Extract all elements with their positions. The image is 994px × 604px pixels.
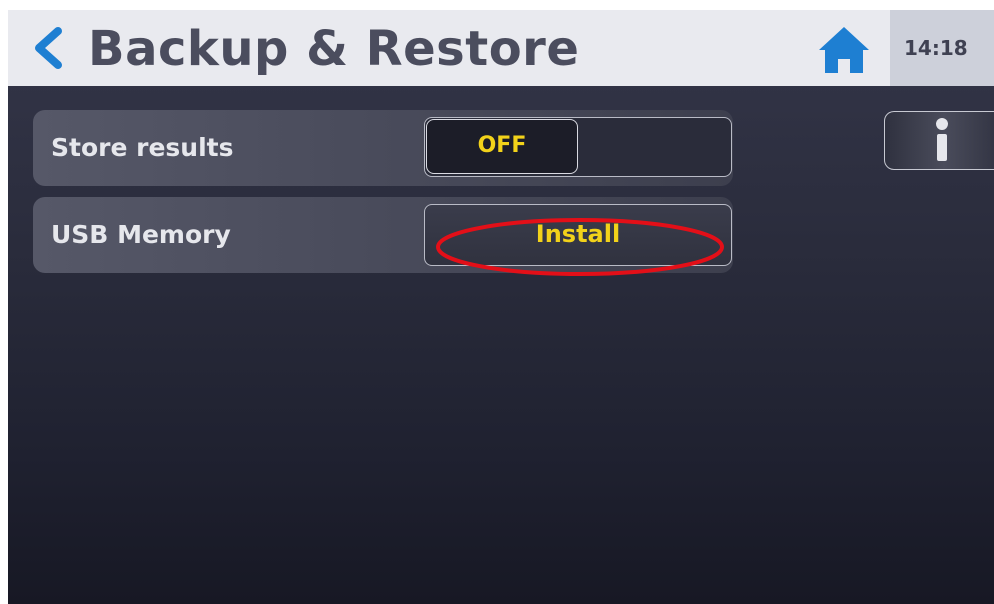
clock-time: 14:18: [904, 36, 968, 60]
screen: Backup & Restore 14:18 Store results OFF…: [8, 10, 994, 604]
install-button[interactable]: Install: [424, 204, 732, 266]
setting-row-usb-memory: USB Memory Install: [33, 197, 733, 273]
chevron-left-icon[interactable]: [28, 26, 68, 70]
store-results-toggle[interactable]: OFF: [424, 117, 732, 177]
home-icon[interactable]: [816, 24, 872, 76]
clock-panel: 14:18: [890, 10, 994, 86]
toggle-value: OFF: [426, 119, 578, 174]
store-results-label: Store results: [51, 133, 234, 162]
info-button[interactable]: [884, 111, 994, 170]
page-title: Backup & Restore: [88, 21, 580, 77]
info-icon: [936, 118, 948, 161]
usb-memory-label: USB Memory: [51, 220, 231, 249]
setting-row-store-results: Store results OFF: [33, 110, 733, 186]
header-bar: Backup & Restore 14:18: [8, 10, 994, 86]
